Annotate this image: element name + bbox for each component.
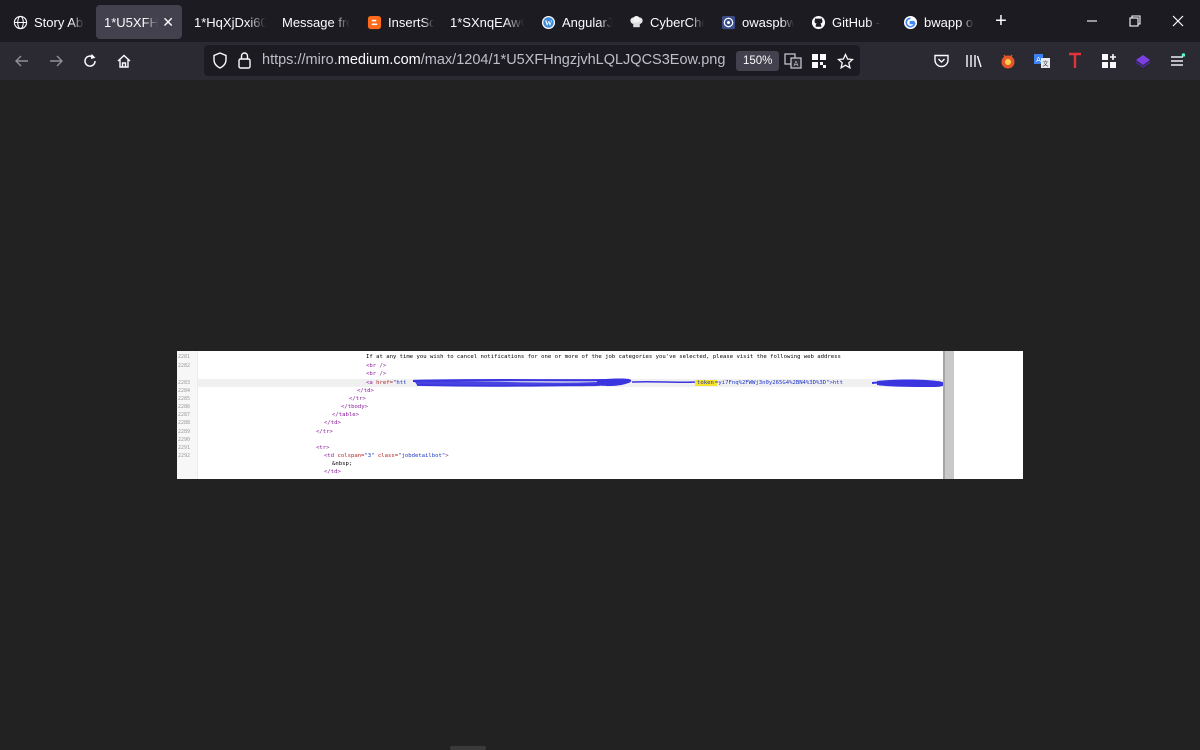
tab-insertscript[interactable]: InsertScript (358, 5, 442, 39)
text-t-extension-icon[interactable] (1062, 48, 1088, 74)
zoom-level-button[interactable]: 150% (736, 51, 780, 71)
github-icon (810, 14, 826, 30)
qr-code-icon[interactable] (806, 48, 832, 74)
tab-story-about[interactable]: Story About (4, 5, 92, 39)
back-button[interactable] (6, 45, 38, 77)
library-icon[interactable] (961, 48, 987, 74)
restore-button[interactable] (1113, 0, 1157, 42)
back-arrow-icon (15, 55, 28, 67)
bottom-indicator (450, 746, 486, 750)
wordpress-icon: W (540, 14, 556, 30)
tab-title: bwapp on (924, 14, 974, 30)
url-text[interactable]: https://miro.medium.com/max/1204/1*U5XFH… (262, 52, 725, 68)
extensions-grid-icon[interactable] (1096, 48, 1122, 74)
translator-extension-icon[interactable]: A文 (1029, 48, 1055, 74)
tab-active-image[interactable]: 1*U5XFHngzjvhLQLJQCS3Eow.png ✕ (96, 5, 182, 39)
forward-arrow-icon (50, 55, 63, 67)
tab-angularjs[interactable]: W AngularJS (532, 5, 620, 39)
source-code-image: 2281 2282 2283 2284 2285 2286 2287 2288 … (177, 351, 1023, 479)
close-window-button[interactable] (1156, 0, 1200, 42)
tab-title: Message from (282, 14, 350, 30)
padlock-icon[interactable] (237, 51, 252, 74)
blogger-icon (366, 14, 382, 30)
translate-icon[interactable]: A (780, 48, 806, 74)
tab-title: Story About (34, 14, 84, 30)
tab-strip: Story About 1*U5XFHngzjvhLQLJQCS3Eow.png… (0, 0, 1200, 42)
pocket-icon[interactable] (928, 48, 954, 74)
tab-title: owaspbwa (742, 14, 794, 30)
svg-text:文: 文 (1042, 60, 1048, 68)
svg-text:A: A (794, 60, 799, 68)
tab-title: 1*HqXjDxi60A (194, 14, 266, 30)
tab-title: InsertScript (388, 14, 434, 30)
bookmark-star-icon[interactable] (832, 48, 858, 74)
tab-title: 1*U5XFHngzjvhLQLJQCS3Eow.png (104, 14, 159, 30)
minimize-button[interactable] (1070, 0, 1114, 42)
tab-message[interactable]: Message from (274, 5, 358, 39)
hamburger-menu-icon (1171, 53, 1185, 66)
tab-cyberchef[interactable]: CyberChef (620, 5, 712, 39)
tab-owaspbwa[interactable]: owaspbwa (712, 5, 802, 39)
redaction-scribble (412, 378, 946, 387)
tab-bwapp[interactable]: bwapp on (894, 5, 982, 39)
purple-extension-icon[interactable] (1130, 48, 1156, 74)
hackbar-extension-icon[interactable] (995, 48, 1021, 74)
tab-title: 1*SXnqEAwGF (450, 14, 524, 30)
tab-title: AngularJS (562, 14, 612, 30)
chef-hat-icon (628, 14, 644, 30)
url-path: /max/1204/1*U5XFHngzjvhLQLJQCS3Eow.png (420, 52, 726, 68)
owasp-icon (720, 14, 736, 30)
app-menu-button[interactable] (1164, 48, 1190, 74)
tab-image-3[interactable]: 1*SXnqEAwGF (442, 5, 532, 39)
url-prefix: https://miro. (262, 52, 338, 68)
close-tab-icon[interactable]: ✕ (162, 14, 174, 31)
forward-button[interactable] (40, 45, 72, 77)
reload-button[interactable] (74, 45, 106, 77)
new-tab-button[interactable]: + (986, 6, 1016, 36)
image-right-pane (954, 351, 1023, 479)
image-scrollbar (943, 351, 954, 479)
tab-github[interactable]: GitHub - (802, 5, 894, 39)
tab-image-2[interactable]: 1*HqXjDxi60A (186, 5, 274, 39)
url-domain: medium.com (337, 52, 421, 68)
tab-title: GitHub - (832, 14, 881, 30)
reload-icon (84, 54, 96, 67)
svg-text:A: A (1036, 56, 1041, 64)
tab-title: CyberChef (650, 14, 704, 30)
globe-icon (12, 14, 28, 30)
home-button[interactable] (108, 45, 140, 77)
svg-text:W: W (544, 18, 552, 27)
google-icon (902, 14, 918, 30)
tracking-shield-icon[interactable] (212, 52, 228, 74)
home-icon (117, 54, 131, 68)
